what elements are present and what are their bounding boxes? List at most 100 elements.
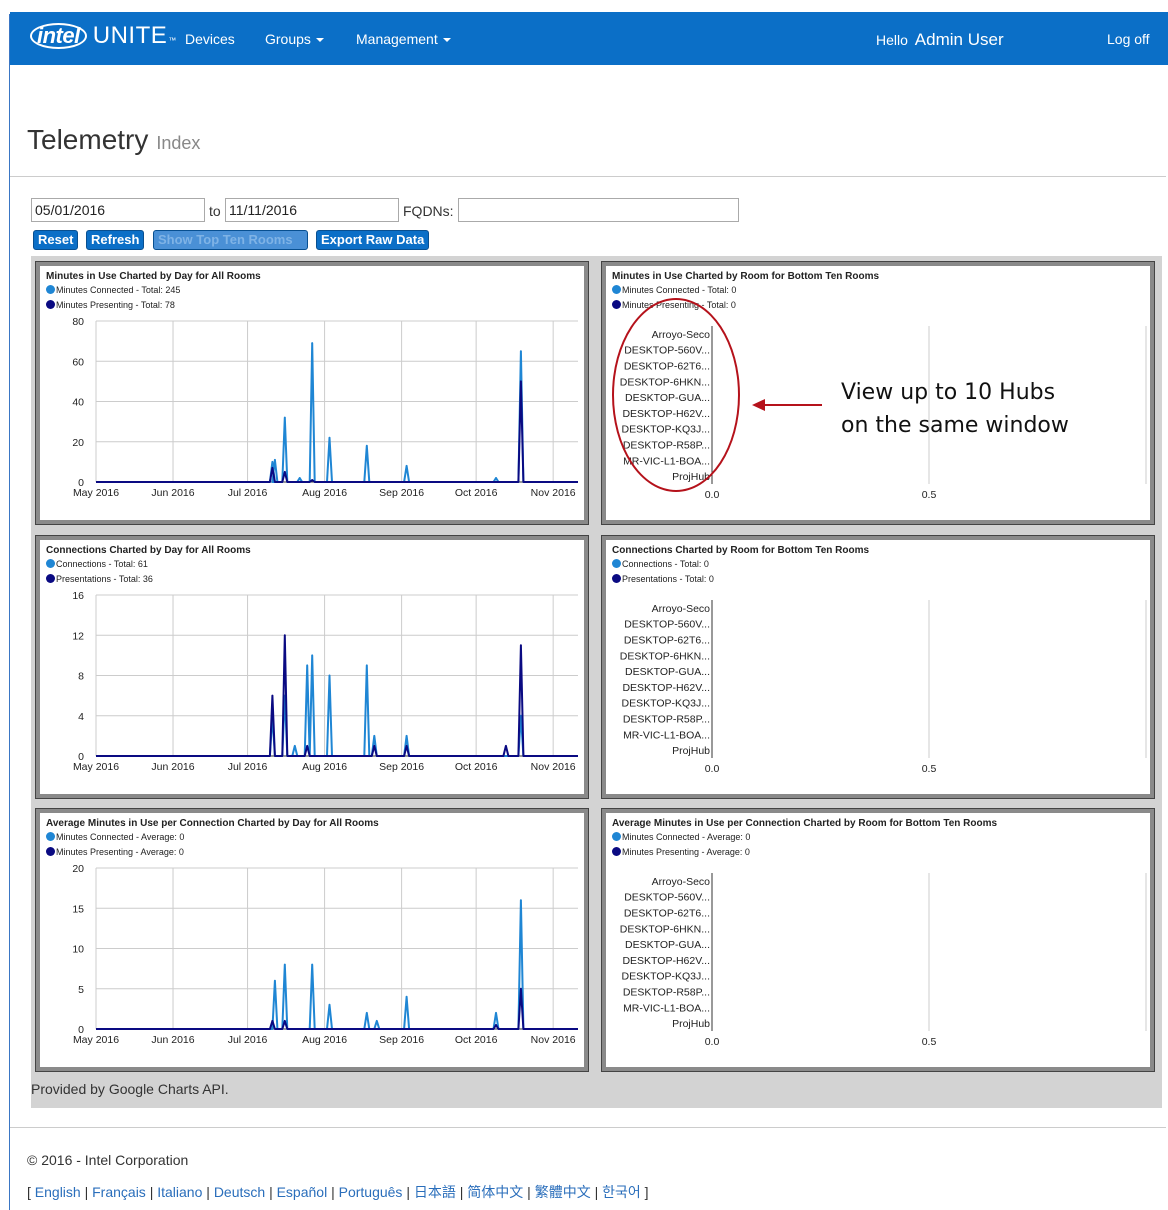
legend-label: Presentations - Total: 0	[622, 574, 714, 584]
category-label: DESKTOP-GUA...	[625, 392, 710, 404]
x-tick-label: Nov 2016	[531, 761, 576, 773]
legend-label: Minutes Connected - Average: 0	[622, 832, 751, 842]
category-label: MR-VIC-L1-BOA...	[623, 1002, 710, 1014]
lang-link-espanol[interactable]: Español	[277, 1184, 328, 1200]
series-line-2	[96, 380, 578, 483]
x-tick-label: Sep 2016	[379, 761, 424, 773]
lang-link-italiano[interactable]: Italiano	[157, 1184, 202, 1200]
data-point	[274, 459, 276, 461]
chart-title: Minutes in Use Charted by Room for Botto…	[612, 271, 880, 282]
category-label: DESKTOP-62T6...	[624, 908, 710, 920]
chart-panel-minutes-by-day: 0 20 40 60 80 May 2016 Jun 2016 Jul 2016 Aug 201…	[35, 261, 589, 525]
export-raw-data-button[interactable]: Export Raw Data	[316, 230, 430, 250]
user-name: Admin User	[914, 30, 1004, 49]
category-label: DESKTOP-GUA...	[625, 939, 710, 951]
chart-title: Average Minutes in Use per Connection Ch…	[46, 818, 379, 829]
lang-link-korean[interactable]: 한국어	[602, 1184, 641, 1200]
chart-panel-average-by-room: Arroyo-Seco DESKTOP-560V... DESKTOP-62T6..…	[601, 808, 1155, 1072]
user-greeting[interactable]: Hello Admin User	[876, 30, 1004, 50]
data-point	[328, 436, 331, 439]
x-tick-label: Sep 2016	[379, 1034, 424, 1046]
callout-text: View up to 10 Hubs on the same window	[841, 376, 1069, 442]
legend-label: Minutes Presenting - Average: 0	[56, 847, 184, 857]
refresh-button[interactable]: Refresh	[86, 230, 145, 250]
fqdns-input[interactable]	[458, 198, 739, 222]
category-label: DESKTOP-6HKN...	[620, 650, 710, 662]
lang-link-english[interactable]: English	[35, 1184, 81, 1200]
nav-groups-dropdown[interactable]: Groups	[265, 31, 324, 47]
data-point	[328, 1004, 331, 1006]
chart-panel-average-by-day: 0 5 10 15 20 May 2016 Jun 2016 Jul 2016 Aug 2016…	[35, 808, 589, 1072]
data-point	[495, 1024, 497, 1026]
x-tick-label: Oct 2016	[455, 761, 498, 773]
data-point	[271, 467, 274, 469]
x-tick-label: 0.0	[705, 489, 720, 501]
x-tick-label: Nov 2016	[531, 1034, 576, 1046]
lang-link-francais[interactable]: Français	[92, 1184, 146, 1200]
x-tick-label: May 2016	[73, 487, 119, 499]
lang-link-deutsch[interactable]: Deutsch	[214, 1184, 265, 1200]
legend-entry: Minutes Connected - Average: 0	[612, 832, 750, 842]
legend-dot-icon	[46, 285, 55, 294]
lang-link-simplified-chinese[interactable]: 简体中文	[467, 1184, 523, 1200]
category-label: ProjHub	[672, 745, 710, 757]
nav-management-dropdown[interactable]: Management	[356, 31, 451, 47]
category-label: DESKTOP-560V...	[624, 892, 710, 904]
unite-wordmark: UNITE	[92, 22, 168, 49]
lang-link-traditional-chinese[interactable]: 繁體中文	[535, 1184, 591, 1200]
category-label: DESKTOP-H62V...	[622, 408, 710, 420]
y-tick-label: 4	[78, 711, 84, 723]
data-point	[306, 745, 308, 747]
legend-dot-icon	[612, 285, 621, 294]
data-point	[520, 987, 522, 990]
date-from-input[interactable]	[31, 198, 205, 222]
lang-link-japanese[interactable]: 日本語	[414, 1184, 456, 1200]
page-left-border	[9, 14, 10, 1210]
show-top-ten-button[interactable]: Show Top Ten Rooms	[153, 230, 308, 250]
lang-separator: |	[331, 1184, 335, 1200]
nav-devices-label: Devices	[185, 31, 235, 47]
chart-title: Connections Charted by Day for All Rooms	[46, 545, 251, 556]
legend-entry: Minutes Presenting - Total: 0	[612, 300, 736, 310]
data-point	[284, 416, 286, 419]
lang-separator: |	[269, 1184, 273, 1200]
data-point	[311, 963, 313, 966]
legend-label: Connections - Total: 0	[622, 559, 709, 569]
x-tick-label: Jul 2016	[228, 761, 268, 773]
data-point	[328, 674, 331, 677]
x-tick-label: Aug 2016	[302, 761, 347, 773]
brand-logo[interactable]: intel UNITE ™	[30, 22, 176, 52]
logoff-link[interactable]: Log off	[1107, 31, 1150, 47]
category-label: Arroyo-Seco	[652, 329, 711, 341]
lang-separator: |	[527, 1184, 531, 1200]
legend-label: Minutes Presenting - Total: 0	[622, 300, 736, 310]
data-point	[366, 664, 368, 667]
data-point	[284, 634, 286, 637]
legend-dot-icon	[46, 559, 55, 568]
lang-separator: |	[406, 1184, 410, 1200]
nav-management-label: Management	[356, 31, 438, 47]
data-point	[405, 735, 408, 737]
reset-button[interactable]: Reset	[33, 230, 79, 250]
legend-dot-icon	[612, 300, 621, 309]
category-label: DESKTOP-H62V...	[622, 955, 710, 967]
category-label: ProjHub	[672, 1018, 710, 1030]
x-tick-label: Aug 2016	[302, 1034, 347, 1046]
legend-dot-icon	[46, 832, 55, 841]
legend-entry: Minutes Presenting - Average: 0	[612, 847, 750, 857]
x-tick-label: Oct 2016	[455, 1034, 498, 1046]
data-point	[520, 380, 522, 383]
nav-devices[interactable]: Devices	[185, 31, 235, 47]
data-point	[298, 477, 301, 479]
lang-link-portugues[interactable]: Português	[339, 1184, 403, 1200]
series-line-1	[96, 899, 578, 1030]
intel-logo: intel	[30, 23, 87, 49]
data-point	[311, 342, 313, 344]
lang-separator: |	[594, 1184, 599, 1200]
legend-entry: Minutes Presenting - Average: 0	[46, 847, 184, 857]
page-subtitle: Index	[156, 133, 201, 153]
data-point	[520, 644, 522, 647]
date-to-input[interactable]	[225, 198, 399, 222]
data-point	[405, 465, 408, 467]
y-tick-label: 15	[72, 903, 84, 915]
